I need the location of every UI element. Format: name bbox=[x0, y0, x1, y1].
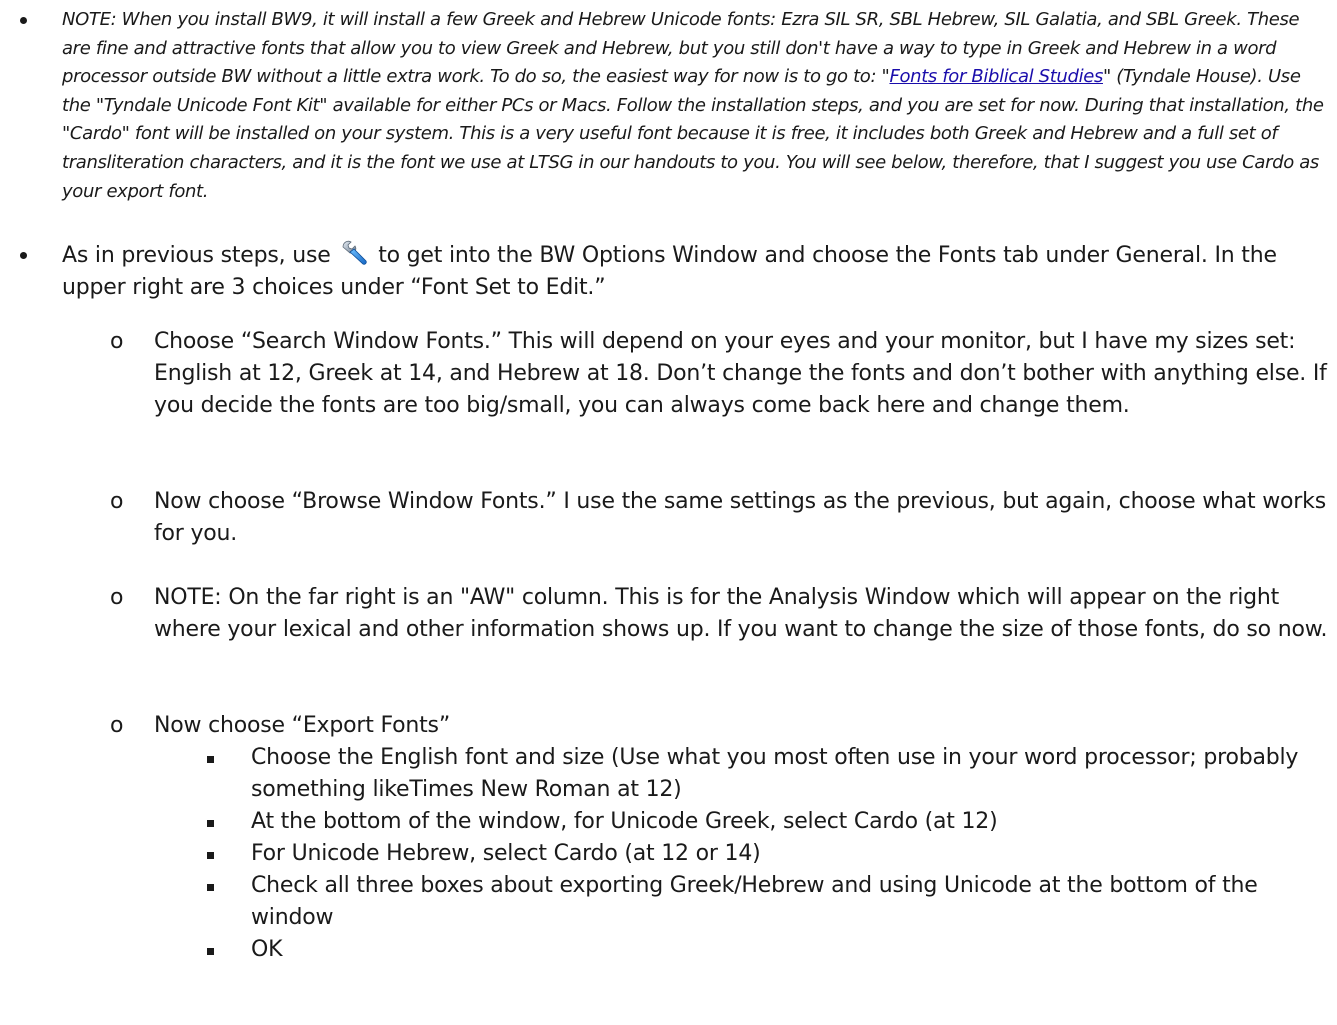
note-paragraph: NOTE: When you install BW9, it will inst… bbox=[62, 6, 1332, 206]
export-step-ok: OK bbox=[251, 937, 283, 962]
export-step-unicode-hebrew: For Unicode Hebrew, select Cardo (at 12 … bbox=[251, 841, 761, 866]
sub-bullet-marker: o bbox=[110, 329, 124, 354]
square-bullet bbox=[207, 820, 214, 827]
square-bullet bbox=[207, 884, 214, 891]
sub-bullet-marker: o bbox=[110, 489, 124, 514]
options-window-instructions: As in previous steps, use to get into th… bbox=[62, 238, 1332, 304]
bullet-dot bbox=[20, 17, 27, 24]
search-window-fonts-item: Choose “Search Window Fonts.” This will … bbox=[154, 329, 1327, 418]
export-step-english-font: Choose the English font and size (Use wh… bbox=[251, 745, 1299, 802]
export-step-check-boxes: Check all three boxes about exporting Gr… bbox=[251, 873, 1258, 930]
bullet-dot bbox=[20, 252, 27, 259]
export-step-unicode-greek: At the bottom of the window, for Unicode… bbox=[251, 809, 998, 834]
square-bullet bbox=[207, 756, 214, 763]
analysis-window-note-item: NOTE: On the far right is an "AW" column… bbox=[154, 585, 1328, 642]
instruction-text-before-icon: As in previous steps, use bbox=[62, 243, 331, 268]
fonts-for-biblical-studies-link[interactable]: Fonts for Biblical Studies bbox=[889, 66, 1103, 87]
sub-bullet-marker: o bbox=[110, 713, 124, 738]
browse-window-fonts-item: Now choose “Browse Window Fonts.” I use … bbox=[154, 489, 1326, 546]
wrench-icon bbox=[339, 238, 369, 268]
export-fonts-item: Now choose “Export Fonts” bbox=[154, 713, 451, 738]
square-bullet bbox=[207, 948, 214, 955]
square-bullet bbox=[207, 852, 214, 859]
sub-bullet-marker: o bbox=[110, 585, 124, 610]
